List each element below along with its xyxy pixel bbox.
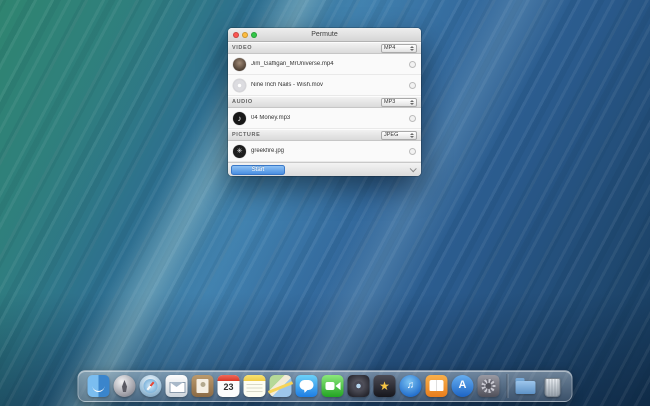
options-disclosure-icon[interactable] <box>410 165 417 172</box>
close-button[interactable] <box>233 32 239 38</box>
start-button[interactable]: Start <box>231 165 285 175</box>
dock-icon-imovie[interactable] <box>374 375 396 397</box>
dock-icon-finder[interactable] <box>88 375 110 397</box>
picture-format-select[interactable]: JPEG <box>381 131 417 140</box>
traffic-lights <box>228 32 257 38</box>
video-format-select[interactable]: MP4 <box>381 44 417 53</box>
section-label-audio: AUDIO <box>232 99 253 105</box>
dock-icon-launchpad[interactable] <box>114 375 136 397</box>
dock-icon-trash[interactable] <box>541 375 563 397</box>
permute-window: Permute VIDEO MP4 Jim_Gaffigan_MrUnivers… <box>228 28 421 176</box>
dock-icon-mail[interactable] <box>166 375 188 397</box>
dock-icon-photo-booth[interactable] <box>348 375 370 397</box>
section-label-video: VIDEO <box>232 45 252 51</box>
dock-icon-app-store[interactable] <box>452 375 474 397</box>
music-note-thumbnail-icon <box>233 112 246 125</box>
dock-icon-safari[interactable] <box>140 375 162 397</box>
dock-icon-messages[interactable] <box>296 375 318 397</box>
audio-format-value: MP3 <box>384 99 395 105</box>
stepper-arrows-icon <box>410 133 414 138</box>
dock-icon-calendar[interactable]: 23 <box>218 375 240 397</box>
dock: 23 <box>78 370 573 402</box>
file-row-video-1[interactable]: Jim_Gaffigan_MrUniverse.mp4 <box>228 54 421 75</box>
file-row-audio-1[interactable]: 04 Money.mp3 <box>228 108 421 129</box>
dock-icon-downloads-folder[interactable] <box>515 375 537 397</box>
stepper-arrows-icon <box>410 100 414 105</box>
file-name: Nine Inch Nails - Wish.mov <box>251 82 404 88</box>
row-status-circle[interactable] <box>409 82 416 89</box>
file-name: 04 Money.mp3 <box>251 115 404 121</box>
window-footer: Start <box>228 162 421 176</box>
disc-thumbnail-icon <box>233 79 246 92</box>
image-thumbnail-icon <box>233 145 246 158</box>
dock-icon-system-preferences[interactable] <box>478 375 500 397</box>
dock-icon-ibooks[interactable] <box>426 375 448 397</box>
minimize-button[interactable] <box>242 32 248 38</box>
zoom-button[interactable] <box>251 32 257 38</box>
person-thumbnail-icon <box>233 58 246 71</box>
file-row-video-2[interactable]: Nine Inch Nails - Wish.mov <box>228 75 421 96</box>
dock-icon-contacts[interactable] <box>192 375 214 397</box>
dock-icon-maps[interactable] <box>270 375 292 397</box>
picture-format-value: JPEG <box>384 132 398 138</box>
window-titlebar[interactable]: Permute <box>228 28 421 42</box>
section-header-video: VIDEO MP4 <box>228 42 421 54</box>
dock-icon-facetime[interactable] <box>322 375 344 397</box>
stepper-arrows-icon <box>410 46 414 51</box>
row-status-circle[interactable] <box>409 61 416 68</box>
calendar-day: 23 <box>218 382 240 394</box>
section-header-audio: AUDIO MP3 <box>228 96 421 108</box>
dock-icon-itunes[interactable] <box>400 375 422 397</box>
section-label-picture: PICTURE <box>232 132 260 138</box>
video-format-value: MP4 <box>384 45 395 51</box>
audio-format-select[interactable]: MP3 <box>381 98 417 107</box>
row-status-circle[interactable] <box>409 115 416 122</box>
file-name: greekfire.jpg <box>251 148 404 154</box>
file-name: Jim_Gaffigan_MrUniverse.mp4 <box>251 61 404 67</box>
desktop: Permute VIDEO MP4 Jim_Gaffigan_MrUnivers… <box>0 0 650 406</box>
dock-divider <box>507 374 508 398</box>
file-row-picture-1[interactable]: greekfire.jpg <box>228 141 421 162</box>
row-status-circle[interactable] <box>409 148 416 155</box>
dock-icon-notes[interactable] <box>244 375 266 397</box>
section-header-picture: PICTURE JPEG <box>228 129 421 141</box>
